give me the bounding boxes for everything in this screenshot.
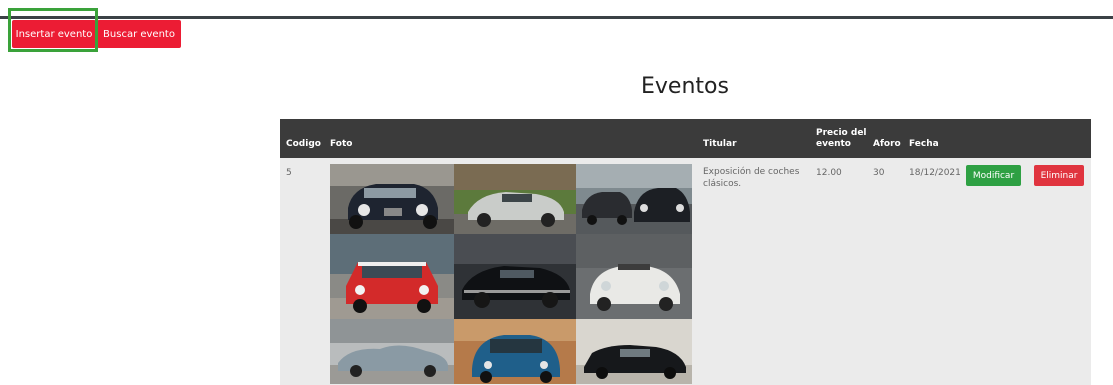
event-photo: [330, 164, 454, 234]
header-fecha: Fecha: [909, 139, 939, 149]
page-title: Eventos: [641, 74, 729, 99]
header-titular: Titular: [703, 139, 737, 149]
header-precio: Precio del evento: [816, 128, 867, 150]
event-photo: [330, 319, 454, 384]
header-precio-line1: Precio del: [816, 128, 867, 138]
header-precio-line2: evento: [816, 139, 851, 149]
cell-precio: 12.00: [816, 168, 842, 178]
cell-fecha: 18/12/2021: [909, 168, 961, 178]
event-photo: [454, 234, 576, 319]
event-photo: [454, 319, 576, 384]
delete-button[interactable]: Eliminar: [1034, 165, 1084, 186]
event-photo: [576, 164, 692, 234]
titular-line1: Exposición de coches: [703, 167, 800, 177]
top-divider: [0, 16, 1113, 19]
header-foto: Foto: [330, 139, 353, 149]
cell-aforo: 30: [873, 168, 885, 178]
cell-codigo: 5: [286, 168, 292, 178]
event-photo-collage: [330, 164, 692, 384]
header-aforo: Aforo: [873, 139, 901, 149]
modify-button[interactable]: Modificar: [966, 165, 1021, 186]
table-header: Codigo Foto Titular Precio del evento Af…: [280, 119, 1091, 158]
event-photo: [576, 319, 692, 384]
event-photo: [576, 234, 692, 319]
insert-event-button[interactable]: Insertar evento: [12, 20, 96, 48]
event-photo: [454, 164, 576, 234]
events-table: Codigo Foto Titular Precio del evento Af…: [280, 119, 1091, 385]
header-codigo: Codigo: [286, 139, 321, 149]
cell-titular: Exposición de coches clásicos.: [703, 166, 799, 190]
titular-line2: clásicos.: [703, 179, 742, 189]
search-event-button[interactable]: Buscar evento: [97, 20, 181, 48]
event-photo: [330, 234, 454, 319]
